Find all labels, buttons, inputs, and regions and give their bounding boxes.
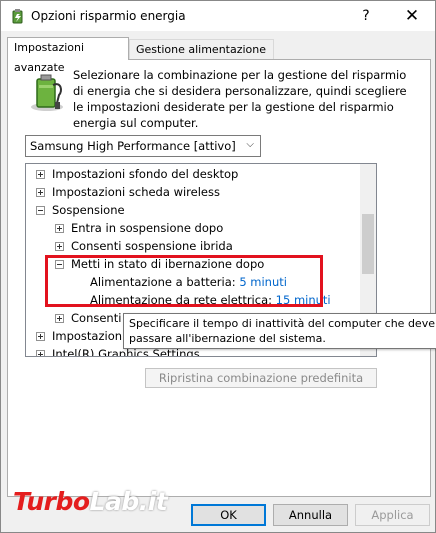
expand-icon[interactable] bbox=[36, 350, 45, 356]
tab-vaio-power-management[interactable]: Gestione alimentazione VAIO bbox=[129, 39, 274, 76]
power-plan-dropdown[interactable]: Samsung High Performance [attivo] ⌵ bbox=[25, 135, 261, 157]
tree-item-wireless[interactable]: Impostazioni scheda wireless bbox=[36, 183, 220, 201]
expand-icon[interactable] bbox=[36, 188, 45, 197]
collapse-icon[interactable] bbox=[36, 206, 45, 215]
title-bar[interactable]: Opzioni risparmio energia ? ✕ bbox=[1, 1, 435, 31]
expand-icon[interactable] bbox=[55, 314, 64, 323]
apply-button[interactable]: Applica bbox=[355, 504, 430, 526]
tooltip: Specificare il tempo di inattività del c… bbox=[123, 313, 436, 349]
highlight-box bbox=[45, 255, 323, 307]
expand-icon[interactable] bbox=[36, 170, 45, 179]
chevron-down-icon: ⌵ bbox=[246, 139, 254, 150]
selected-plan: Samsung High Performance [attivo] bbox=[30, 139, 236, 153]
close-button[interactable]: ✕ bbox=[389, 1, 435, 31]
restore-defaults-button[interactable]: Ripristina combinazione predefinita bbox=[145, 368, 377, 388]
expand-icon[interactable] bbox=[55, 242, 64, 251]
expand-icon[interactable] bbox=[55, 224, 64, 233]
tab-advanced-settings[interactable]: Impostazioni avanzate bbox=[7, 37, 129, 74]
tooltip-line-2: passare all'ibernazione del sistema. bbox=[129, 332, 326, 345]
power-options-dialog: Opzioni risparmio energia ? ✕ Impostazio… bbox=[0, 0, 436, 533]
tree-item-sleep[interactable]: Sospensione bbox=[36, 201, 125, 219]
tree-item-desktop-background[interactable]: Impostazioni sfondo del desktop bbox=[36, 165, 238, 183]
ok-button[interactable]: OK bbox=[191, 504, 266, 526]
tree-item-settings[interactable]: Impostazioni bbox=[36, 327, 125, 345]
tree-item-allow-wake[interactable]: Consenti t bbox=[55, 309, 130, 327]
tree-item-sleep-after[interactable]: Entra in sospensione dopo bbox=[55, 219, 223, 237]
cancel-button[interactable]: Annulla bbox=[273, 504, 348, 526]
power-options-icon bbox=[12, 9, 23, 24]
plan-description: Selezionare la combinazione per la gesti… bbox=[73, 68, 407, 130]
window-title: Opzioni risparmio energia bbox=[31, 9, 186, 23]
expand-icon[interactable] bbox=[36, 332, 45, 341]
watermark-logo: TurboLab.it bbox=[13, 487, 168, 516]
scrollbar-thumb[interactable] bbox=[362, 214, 374, 274]
tree-item-hybrid-sleep[interactable]: Consenti sospensione ibrida bbox=[55, 237, 233, 255]
help-button[interactable]: ? bbox=[343, 1, 389, 31]
tooltip-line-1: Specificare il tempo di inattività del c… bbox=[129, 317, 436, 330]
